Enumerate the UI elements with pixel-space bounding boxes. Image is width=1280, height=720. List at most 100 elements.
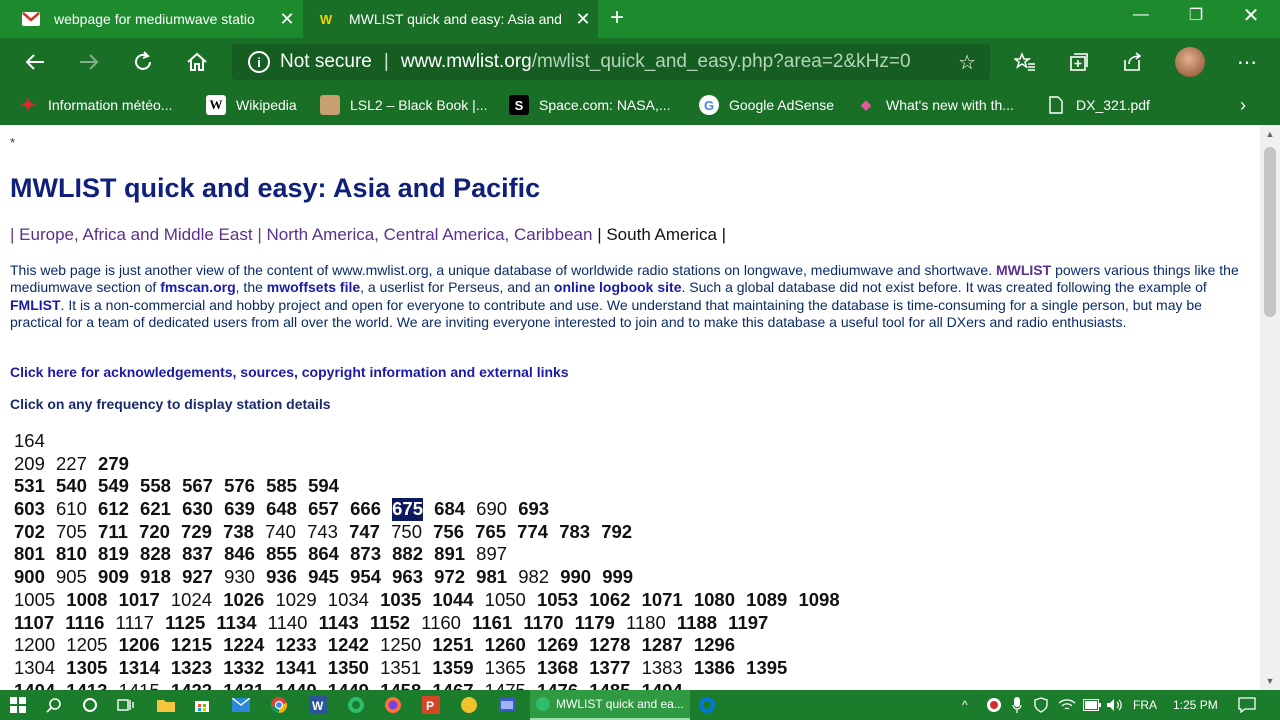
frequency-link[interactable]: 1080 <box>694 589 735 612</box>
bookmark-space[interactable]: S Space.com: NASA,... <box>509 94 671 116</box>
frequency-link[interactable]: 1287 <box>642 634 683 657</box>
frequency-link[interactable]: 982 <box>518 566 549 589</box>
app-window-icon[interactable] <box>495 693 519 717</box>
minimize-button[interactable]: — <box>1115 0 1167 30</box>
frequency-link[interactable]: 1404 <box>14 680 55 690</box>
chrome-icon[interactable] <box>267 693 291 717</box>
region-link-south-america[interactable]: South America <box>606 225 717 244</box>
frequency-link[interactable]: 1440 <box>275 680 316 690</box>
frequency-link[interactable]: 1415 <box>119 680 160 690</box>
frequency-link[interactable]: 1233 <box>275 634 316 657</box>
scroll-up-arrow-icon[interactable]: ▲ <box>1260 129 1280 139</box>
frequency-link[interactable]: 684 <box>434 498 465 521</box>
frequency-link[interactable]: 1224 <box>223 634 264 657</box>
frequency-link[interactable]: 1034 <box>328 589 369 612</box>
file-explorer-icon[interactable] <box>154 693 178 717</box>
frequency-link[interactable]: 1050 <box>485 589 526 612</box>
word-icon[interactable]: W <box>306 693 330 717</box>
frequency-link[interactable]: 846 <box>224 543 255 566</box>
frequency-link[interactable]: 1170 <box>523 612 563 635</box>
frequency-link[interactable]: 1026 <box>223 589 264 612</box>
frequency-link[interactable]: 828 <box>140 543 171 566</box>
wifi-icon[interactable] <box>1058 690 1076 720</box>
frequency-link[interactable]: 702 <box>14 521 45 544</box>
frequency-link[interactable]: 1029 <box>275 589 316 612</box>
frequency-link[interactable]: 1140 <box>268 612 308 635</box>
frequency-link[interactable]: 909 <box>98 566 129 589</box>
frequency-link[interactable]: 1269 <box>537 634 578 657</box>
frequency-link[interactable]: 1332 <box>223 657 264 680</box>
frequency-link[interactable]: 1044 <box>432 589 473 612</box>
security-shield-icon[interactable] <box>1034 690 1048 720</box>
back-button[interactable] <box>20 48 50 76</box>
frequency-link[interactable]: 927 <box>182 566 213 589</box>
frequency-link[interactable]: 774 <box>517 521 548 544</box>
frequency-link[interactable]: 963 <box>392 566 423 589</box>
frequency-link-selected[interactable]: 675 <box>392 498 424 521</box>
frequency-link[interactable]: 1278 <box>589 634 630 657</box>
frequency-link[interactable]: 648 <box>266 498 297 521</box>
frequency-link[interactable]: 864 <box>308 543 339 566</box>
share-icon[interactable] <box>1118 48 1148 76</box>
favorite-star-icon[interactable]: ☆ <box>958 50 976 75</box>
tray-overflow-chevron-icon[interactable]: ^ <box>962 690 968 720</box>
frequency-link[interactable]: 750 <box>391 521 422 544</box>
frequency-link[interactable]: 1205 <box>66 634 107 657</box>
frequency-link[interactable]: 819 <box>98 543 129 566</box>
taskbar-active-window[interactable]: MWLIST quick and ea... <box>530 690 690 720</box>
mwlist-link[interactable]: MWLIST <box>996 262 1051 278</box>
frequency-link[interactable]: 740 <box>265 521 296 544</box>
frequency-link[interactable]: 747 <box>349 521 380 544</box>
frequency-link[interactable]: 954 <box>350 566 381 589</box>
frequency-link[interactable]: 720 <box>139 521 170 544</box>
frequency-link[interactable]: 1024 <box>171 589 212 612</box>
start-windows-icon[interactable] <box>6 693 30 717</box>
frequency-link[interactable]: 594 <box>308 475 339 498</box>
frequency-link[interactable]: 1053 <box>537 589 578 612</box>
frequency-link[interactable]: 1413 <box>66 680 107 690</box>
frequency-link[interactable]: 990 <box>560 566 591 589</box>
frequency-link[interactable]: 531 <box>14 475 45 498</box>
frequency-link[interactable]: 1475 <box>485 680 526 690</box>
frequency-link[interactable]: 936 <box>266 566 297 589</box>
clock[interactable]: 1:25 PM <box>1173 690 1218 720</box>
frequency-link[interactable]: 783 <box>559 521 590 544</box>
search-icon[interactable] <box>42 693 66 717</box>
frequency-link[interactable]: 1134 <box>216 612 256 635</box>
frequency-link[interactable]: 549 <box>98 475 129 498</box>
frequency-link[interactable]: 279 <box>98 453 129 476</box>
edge-icon[interactable] <box>344 693 368 717</box>
frequency-link[interactable]: 610 <box>56 498 87 521</box>
frequency-link[interactable]: 1107 <box>14 612 54 635</box>
address-bar[interactable]: i Not secure | www.mwlist.org/mwlist_qui… <box>232 44 990 80</box>
frequency-link[interactable]: 1467 <box>432 680 473 690</box>
notifications-icon[interactable] <box>1238 690 1256 720</box>
frequency-link[interactable]: 711 <box>98 521 128 544</box>
frequency-link[interactable]: 164 <box>14 430 45 453</box>
refresh-button[interactable] <box>128 48 158 76</box>
frequency-link[interactable]: 1071 <box>642 589 683 612</box>
frequency-link[interactable]: 1116 <box>65 612 104 635</box>
frequency-link[interactable]: 1305 <box>66 657 107 680</box>
frequency-link[interactable]: 666 <box>350 498 381 521</box>
frequency-link[interactable]: 1395 <box>746 657 787 680</box>
fmlist-link[interactable]: FMLIST <box>10 297 61 313</box>
frequency-link[interactable]: 1005 <box>14 589 55 612</box>
more-menu-icon[interactable]: ⋯ <box>1232 48 1262 76</box>
store-icon[interactable] <box>190 693 214 717</box>
frequency-link[interactable]: 1017 <box>119 589 160 612</box>
frequency-link[interactable]: 1200 <box>14 634 55 657</box>
frequency-link[interactable]: 743 <box>307 521 338 544</box>
frequency-link[interactable]: 1431 <box>223 680 264 690</box>
frequency-link[interactable]: 1350 <box>328 657 369 680</box>
language-indicator[interactable]: FRA <box>1133 690 1157 720</box>
frequency-link[interactable]: 945 <box>308 566 339 589</box>
frequency-link[interactable]: 540 <box>56 475 87 498</box>
frequency-link[interactable]: 905 <box>56 566 87 589</box>
acknowledgements-link[interactable]: Click here for acknowledgements, sources… <box>10 364 569 380</box>
frequency-link[interactable]: 810 <box>56 543 87 566</box>
frequency-link[interactable]: 855 <box>266 543 297 566</box>
mail-icon[interactable] <box>229 693 253 717</box>
frequency-link[interactable]: 1062 <box>589 589 630 612</box>
frequency-link[interactable]: 1160 <box>421 612 461 635</box>
